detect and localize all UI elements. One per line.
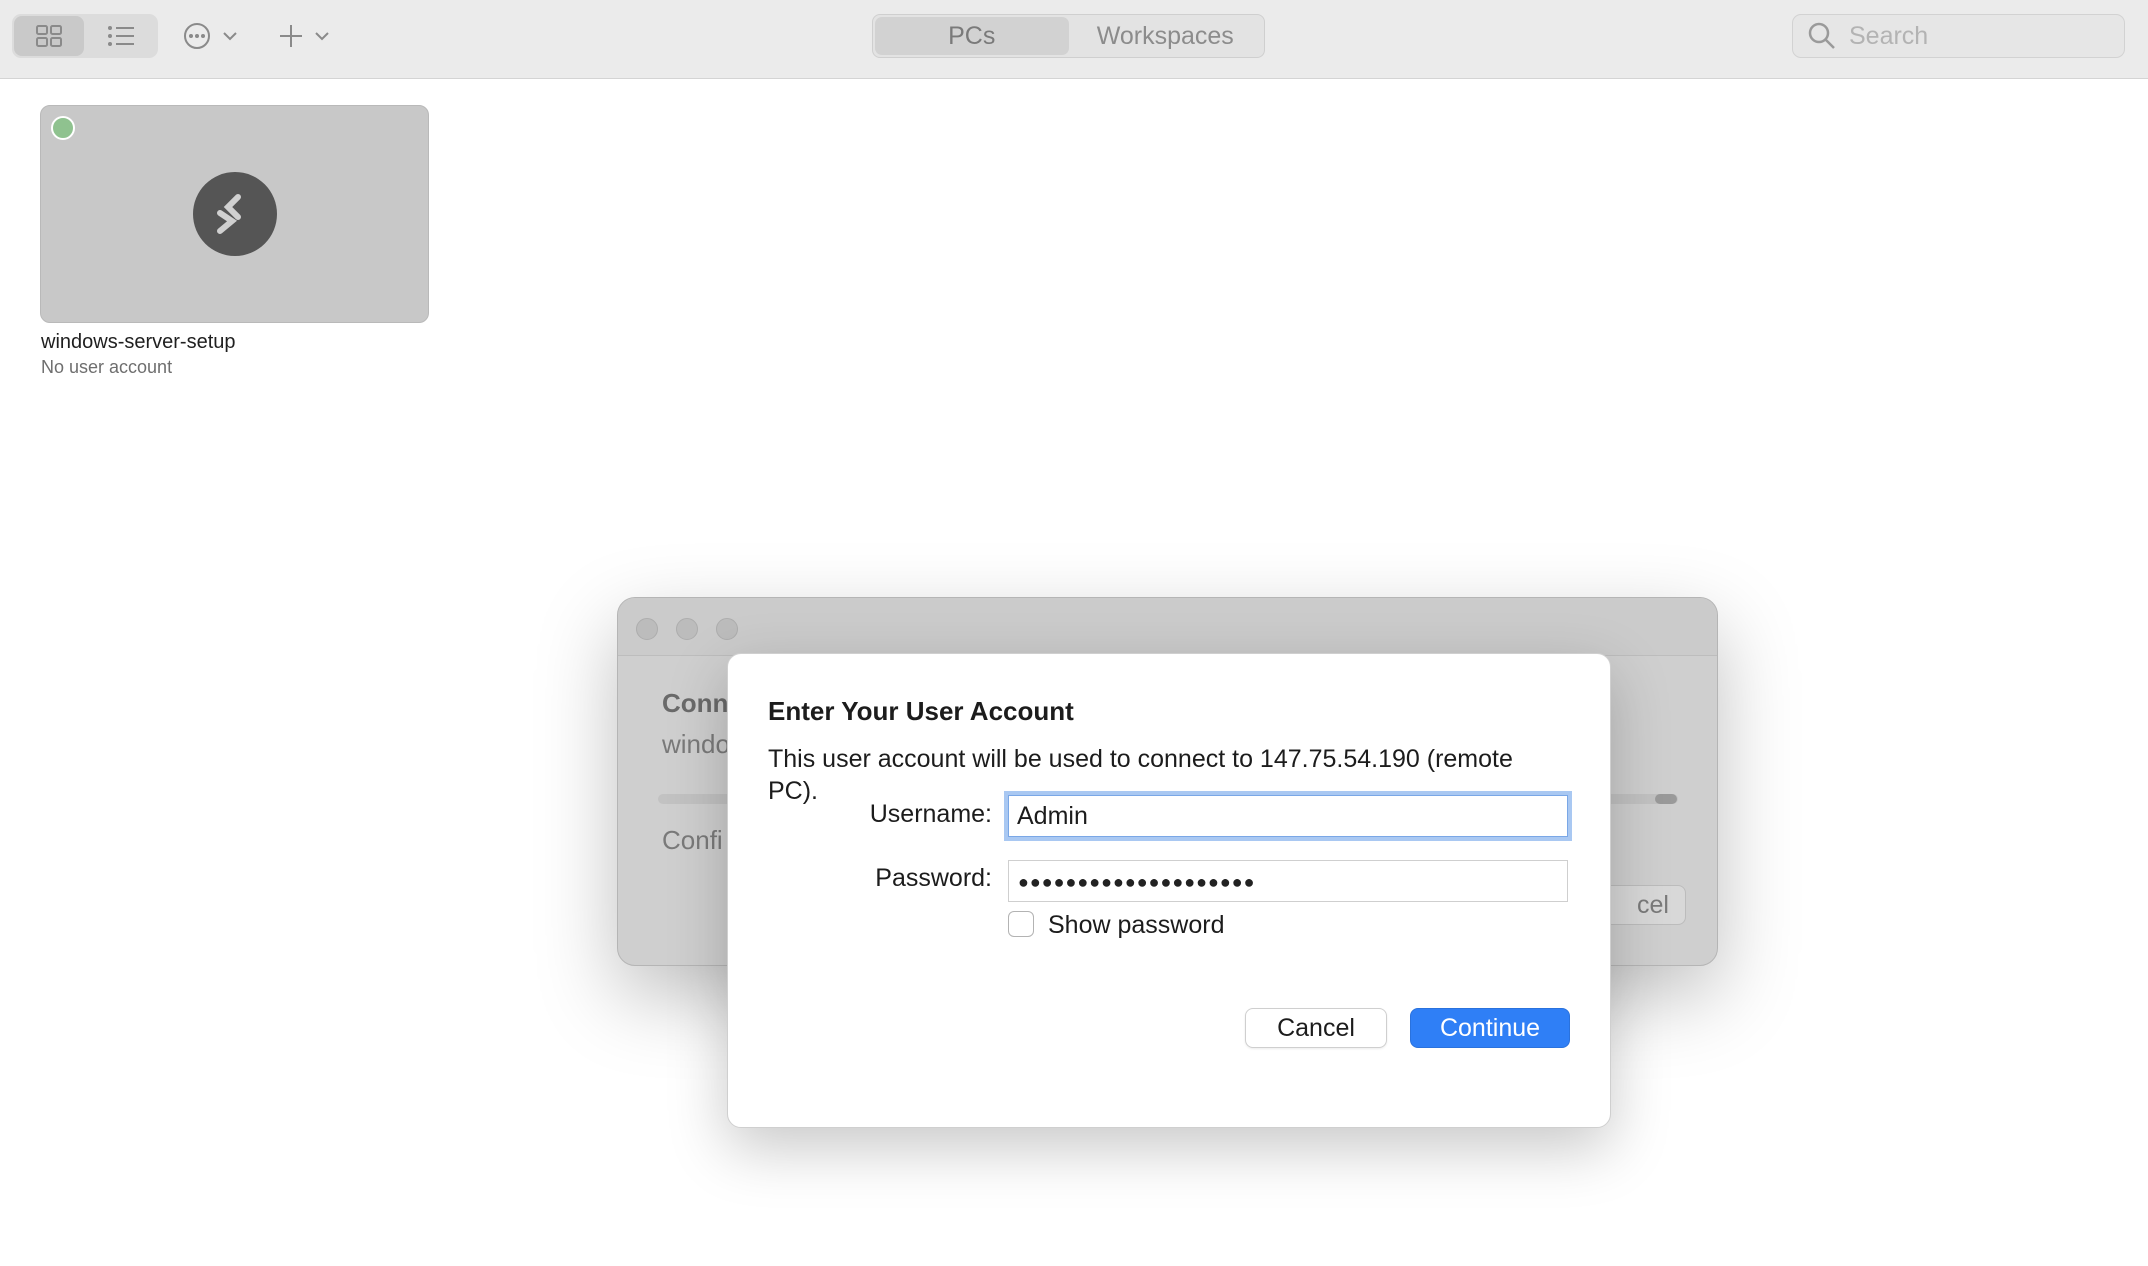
continue-button[interactable]: Continue [1410,1008,1570,1048]
chevron-down-icon [223,32,237,41]
cancel-button[interactable]: Cancel [1245,1008,1387,1048]
pc-tile[interactable] [40,105,429,323]
close-window-button[interactable] [636,618,658,640]
search-field [1792,14,2125,58]
search-input[interactable] [1849,21,2109,51]
connecting-pc-name: windo [662,729,730,759]
pcs-workspaces-tabs: PCs Workspaces [872,14,1265,58]
pc-user-account: No user account [41,357,173,377]
plus-icon [280,25,302,47]
show-password-checkbox[interactable] [1008,911,1034,937]
grid-icon [36,25,62,47]
window-titlebar [618,598,1717,656]
zoom-window-button[interactable] [716,618,738,640]
password-label: Password: [875,864,992,892]
minimize-window-button[interactable] [676,618,698,640]
connecting-title: Conn [662,688,729,718]
dialog-title: Enter Your User Account [768,696,1074,726]
remote-desktop-logo-icon [193,172,277,256]
tab-pcs[interactable]: PCs [875,17,1069,55]
search-icon [1808,22,1835,49]
list-view-button[interactable] [86,16,156,56]
view-mode-toggle [12,14,158,58]
add-button[interactable] [278,16,330,56]
show-password-label[interactable]: Show password [1048,911,1224,940]
more-actions-button[interactable] [182,16,238,56]
pc-name[interactable]: windows-server-setup [41,331,236,354]
list-icon [108,26,134,46]
user-account-dialog: Enter Your User Account This user accoun… [727,653,1611,1128]
status-indicator [51,116,75,140]
toolbar: PCs Workspaces [0,0,2148,79]
connecting-status: Confi [662,825,723,855]
connection-progress-fill [1655,794,1677,804]
ellipsis-circle-icon [184,23,210,49]
username-label: Username: [869,800,992,828]
tab-workspaces[interactable]: Workspaces [1069,17,1263,55]
password-masked-value: ●●●●●●●●●●●●●●●●●●●● [1018,872,1256,892]
chevron-down-icon [315,32,329,41]
grid-view-button[interactable] [14,16,84,56]
username-field[interactable] [1008,795,1568,837]
